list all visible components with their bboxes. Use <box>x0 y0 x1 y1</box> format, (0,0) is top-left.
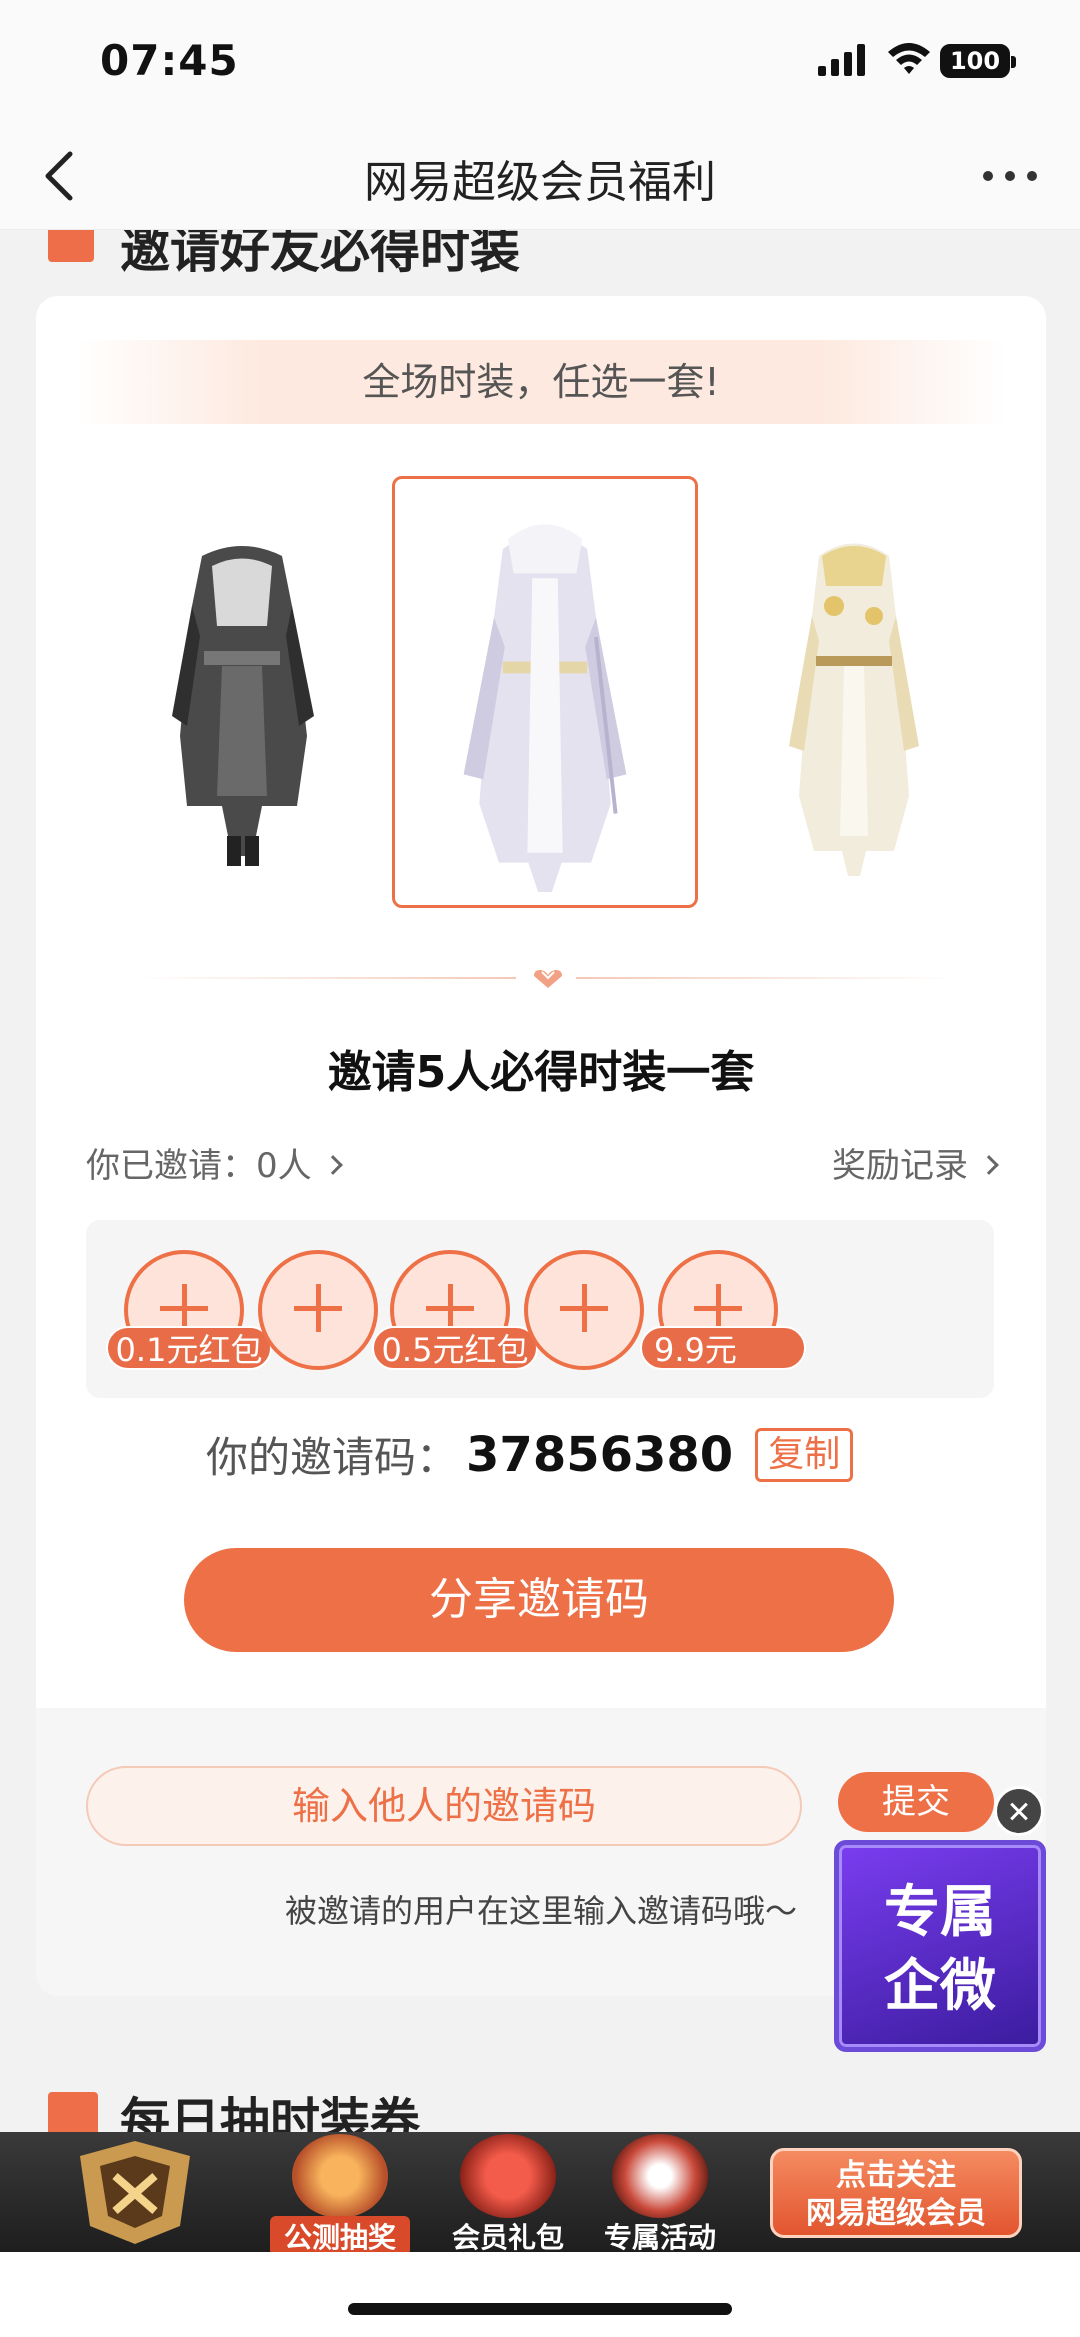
bottom-tab-bar: 公测抽奖 会员礼包 专属活动 点击关注 网易超级会员 <box>0 2132 1080 2252</box>
lottery-wheel-icon <box>292 2134 388 2218</box>
game-logo-icon <box>80 2141 190 2244</box>
invite-code-value: 37856380 <box>466 1426 734 1483</box>
home-indicator[interactable] <box>348 2303 732 2315</box>
invite-goal-title: 邀请5人必得时装一套 <box>327 1047 755 1098</box>
copy-button[interactable]: 复制 <box>755 1427 854 1482</box>
status-bar: 07:45 100 <box>0 0 1080 120</box>
tab-activity-label: 专属活动 <box>603 2221 716 2252</box>
costume-dark-image <box>172 546 314 866</box>
close-icon[interactable] <box>994 1786 1044 1836</box>
chevron-right-icon <box>322 1154 343 1175</box>
invited-count-link[interactable]: 你已邀请：0人 <box>86 1138 343 1187</box>
invite-code-input[interactable]: 输入他人的邀请码 <box>86 1766 802 1846</box>
reward-records-label: 奖励记录 <box>832 1146 968 1186</box>
costume-option-3[interactable] <box>704 476 1004 896</box>
nav-bar: 网易超级会员福利 <box>0 120 1080 230</box>
wecom-label: 专属 企微 <box>884 1879 996 2019</box>
reward-tag: 0.1元红包 <box>106 1326 272 1370</box>
more-icon[interactable] <box>980 168 1040 184</box>
page-title: 网易超级会员福利 <box>364 157 716 208</box>
invite-slots: 0.1元红包 0.5元红包 9.9元 <box>86 1220 994 1398</box>
gift-icon <box>48 2092 98 2136</box>
invite-slot-3[interactable]: 0.5元红包 <box>372 1250 538 1370</box>
status-time: 07:45 <box>100 36 239 85</box>
gift-box-icon <box>460 2134 556 2218</box>
tab-lottery-label: 公测抽奖 <box>270 2216 410 2252</box>
home-indicator-area <box>0 2252 1080 2337</box>
costume-option-2-selected[interactable] <box>392 476 698 908</box>
tab-member-gift[interactable]: 会员礼包 <box>438 2132 578 2252</box>
wifi-icon <box>888 43 930 74</box>
chevron-right-icon <box>979 1154 999 1175</box>
costume-gold-image <box>789 543 919 876</box>
activity-emblem-icon <box>612 2134 708 2218</box>
costume-option-1[interactable] <box>92 476 392 896</box>
reward-tag: 0.5元红包 <box>372 1326 538 1370</box>
wecom-float-widget[interactable]: 专属 企微 <box>834 1840 1046 2052</box>
invite-code-row: 你的邀请码： 37856380 复制 <box>206 1424 854 1494</box>
reward-records-link[interactable]: 奖励记录 <box>832 1138 999 1187</box>
invite-card: 全场时装，任选一套! 邀请5人必得时装一套 你已邀请：0人 奖励记录 0.1元红… <box>36 296 1046 1996</box>
invite-slot-4[interactable] <box>524 1250 644 1370</box>
divider <box>136 968 956 988</box>
share-invite-code-button[interactable]: 分享邀请码 <box>184 1548 894 1652</box>
invited-count-label: 你已邀请：0人 <box>86 1146 312 1186</box>
battery-icon: 100 <box>940 44 1016 78</box>
invite-slot-1[interactable]: 0.1元红包 <box>106 1250 272 1370</box>
invite-slot-5[interactable]: 9.9元 <box>640 1250 806 1370</box>
reward-tag: 9.9元 <box>640 1326 806 1370</box>
submit-button[interactable]: 提交 <box>838 1772 994 1832</box>
tab-lottery[interactable]: 公测抽奖 <box>270 2132 410 2252</box>
tab-gift-label: 会员礼包 <box>451 2221 564 2252</box>
signal-icon <box>818 44 865 76</box>
costume-white-image <box>463 524 627 892</box>
heart-icon <box>534 970 562 988</box>
invite-code-label: 你的邀请码： <box>206 1433 459 1482</box>
tab-exclusive-activity[interactable]: 专属活动 <box>590 2132 730 2252</box>
invite-slot-2[interactable] <box>258 1250 378 1370</box>
promo-banner: 全场时装，任选一套! <box>76 340 1006 424</box>
follow-button[interactable]: 点击关注 网易超级会员 <box>770 2148 1022 2238</box>
